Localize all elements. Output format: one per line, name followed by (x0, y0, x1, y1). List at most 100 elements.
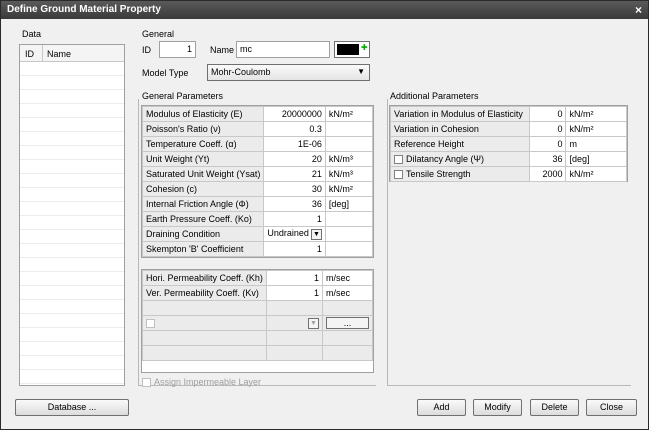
additional-param-value-cell[interactable]: 0 (529, 136, 567, 152)
general-param-unit-cell[interactable] (324, 241, 374, 257)
general-param-unit-text: kN/m² (328, 109, 353, 119)
modify-button[interactable]: Modify (473, 399, 522, 416)
general-param-value-text: 0.3 (309, 124, 322, 134)
general-param-unit-cell[interactable] (324, 211, 374, 227)
general-param-value-cell[interactable]: 1 (263, 241, 326, 257)
checkbox-icon[interactable] (142, 378, 151, 388)
permeability-value-cell[interactable]: 1 (265, 285, 323, 301)
additional-param-unit-cell[interactable]: kN/m² (565, 166, 627, 182)
general-param-name-text: Poisson's Ratio (ν) (146, 124, 221, 134)
general-param-row[interactable]: Internal Friction Angle (Φ) 36 [deg] (141, 196, 374, 212)
general-param-row[interactable]: Draining Condition Undrained ▼ (141, 226, 374, 242)
general-param-value-cell[interactable]: 1E-06 (263, 136, 326, 152)
col-id[interactable]: ID (25, 49, 34, 59)
general-param-value-cell[interactable]: 1 (263, 211, 326, 227)
general-param-name-text: Draining Condition (146, 229, 221, 239)
permeability-row[interactable]: Ver. Permeability Coeff. (Kv) 1 m/sec (142, 285, 374, 301)
general-param-row[interactable]: Poisson's Ratio (ν) 0.3 (141, 121, 374, 137)
general-param-row[interactable]: Cohesion (c) 30 kN/m² (141, 181, 374, 197)
additional-param-row[interactable]: Dilatancy Angle (Ψ) 36 [deg] (389, 151, 627, 167)
general-param-row[interactable]: Temperature Coeff. (α) 1E-06 (141, 136, 374, 152)
empty-cell (142, 330, 267, 346)
general-param-unit-text: kN/m³ (328, 154, 353, 164)
add-button[interactable]: Add (417, 399, 466, 416)
permeability-unit-cell[interactable]: m/sec (321, 270, 374, 286)
col-name[interactable]: Name (47, 49, 71, 59)
additional-param-unit-cell[interactable]: kN/m² (565, 106, 627, 122)
general-param-value-cell[interactable]: 30 (263, 181, 326, 197)
palette-icon: ✚ (361, 43, 368, 52)
general-param-row[interactable]: Modulus of Elasticity (E) 20000000 kN/m² (141, 106, 374, 122)
database-button[interactable]: Database ... (15, 399, 129, 416)
additional-param-unit-cell[interactable]: kN/m² (565, 121, 627, 137)
general-params-grid[interactable]: Modulus of Elasticity (E) 20000000 kN/m² Po… (141, 105, 374, 258)
general-param-row[interactable]: Unit Weight (Yt) 20 kN/m³ (141, 151, 374, 167)
permeability-unit-cell[interactable]: m/sec (321, 285, 374, 301)
checkbox-icon[interactable] (146, 319, 155, 329)
additional-param-unit-text: m (569, 139, 577, 149)
general-param-value-cell[interactable]: 20 (263, 151, 326, 167)
general-param-name-text: Unit Weight (Yt) (146, 154, 210, 164)
general-param-row[interactable]: Earth Pressure Coeff. (Ko) 1 (141, 211, 374, 227)
close-icon[interactable]: × (635, 3, 642, 17)
additional-param-value-cell[interactable]: 0 (529, 106, 567, 122)
chevron-down-icon[interactable]: ▼ (307, 317, 319, 329)
model-type-select[interactable]: Mohr-Coulomb ▼ (207, 64, 370, 81)
additional-param-row[interactable]: Reference Height 0 m (389, 136, 627, 152)
general-param-row[interactable]: Saturated Unit Weight (Ysat) 21 kN/m³ (141, 166, 374, 182)
general-param-value-text: 30 (311, 184, 322, 194)
additional-param-row[interactable]: Variation in Modulus of Elasticity 0 kN/m² (389, 106, 627, 122)
additional-param-unit-cell[interactable]: [deg] (565, 151, 627, 167)
general-param-unit-cell[interactable]: kN/m² (324, 181, 374, 197)
additional-param-value-cell[interactable]: 36 (529, 151, 567, 167)
general-param-unit-cell[interactable]: kN/m³ (324, 151, 374, 167)
general-param-name-cell: Modulus of Elasticity (E) (141, 106, 265, 122)
name-field[interactable]: mc (236, 41, 330, 58)
chevron-down-icon[interactable]: ▼ (310, 228, 322, 240)
general-param-unit-cell[interactable] (324, 121, 374, 137)
empty-cell (142, 300, 267, 316)
general-param-unit-cell[interactable]: kN/m² (324, 106, 374, 122)
general-param-value-cell[interactable]: 20000000 (263, 106, 326, 122)
general-param-name-cell: Earth Pressure Coeff. (Ko) (141, 211, 265, 227)
additional-param-value-text: 36 (552, 154, 563, 164)
general-param-name-cell: Cohesion (c) (141, 181, 265, 197)
permeability-value-cell[interactable]: 1 (265, 270, 323, 286)
general-param-value-text: Undrained (267, 228, 309, 239)
ellipsis-button[interactable]: ... (325, 317, 369, 329)
general-param-name-cell: Saturated Unit Weight (Ysat) (141, 166, 265, 182)
additional-params-grid[interactable]: Variation in Modulus of Elasticity 0 kN/m²… (389, 105, 628, 182)
id-field[interactable]: 1 (159, 41, 196, 58)
additional-param-value-cell[interactable]: 0 (529, 121, 567, 137)
additional-param-row[interactable]: Tensile Strength 2000 kN/m² (389, 166, 627, 182)
general-param-value-cell[interactable]: 0.3 (263, 121, 326, 137)
general-param-unit-cell[interactable] (324, 136, 374, 152)
general-param-unit-cell[interactable]: kN/m³ (324, 166, 374, 182)
general-param-value-cell[interactable]: 36 (263, 196, 326, 212)
color-picker[interactable]: ✚ (334, 41, 370, 58)
delete-button[interactable]: Delete (530, 399, 579, 416)
additional-param-row[interactable]: Variation in Cohesion 0 kN/m² (389, 121, 627, 137)
dialog-window: Define Ground Material Property × Data I… (0, 0, 649, 430)
empty-cell (142, 315, 267, 331)
general-param-value-cell[interactable]: 21 (263, 166, 326, 182)
empty-cell (265, 345, 323, 361)
general-param-unit-text: kN/m² (328, 184, 353, 194)
additional-param-name-text: Tensile Strength (406, 168, 471, 179)
general-param-unit-cell[interactable]: [deg] (324, 196, 374, 212)
general-param-value-text: 1 (316, 244, 322, 254)
general-param-unit-text: kN/m³ (328, 169, 353, 179)
general-param-value-cell[interactable]: Undrained ▼ (263, 226, 326, 242)
additional-param-unit-cell[interactable]: m (565, 136, 627, 152)
additional-param-name-cell: Dilatancy Angle (Ψ) (389, 151, 531, 167)
checkbox-icon[interactable] (394, 155, 403, 165)
permeability-row[interactable]: Hori. Permeability Coeff. (Kh) 1 m/sec (142, 270, 374, 286)
checkbox-icon[interactable] (394, 170, 403, 180)
permeability-grid[interactable]: Hori. Permeability Coeff. (Kh) 1 m/sec Ver.… (141, 269, 374, 373)
close-button[interactable]: Close (586, 399, 637, 416)
data-list[interactable]: ID Name (19, 44, 125, 386)
assign-impermeable-checkbox[interactable]: Assign Impermeable Layer (142, 377, 261, 388)
additional-param-value-cell[interactable]: 2000 (529, 166, 567, 182)
general-param-row[interactable]: Skempton 'B' Coefficient 1 (141, 241, 374, 257)
general-param-unit-cell[interactable] (324, 226, 374, 242)
